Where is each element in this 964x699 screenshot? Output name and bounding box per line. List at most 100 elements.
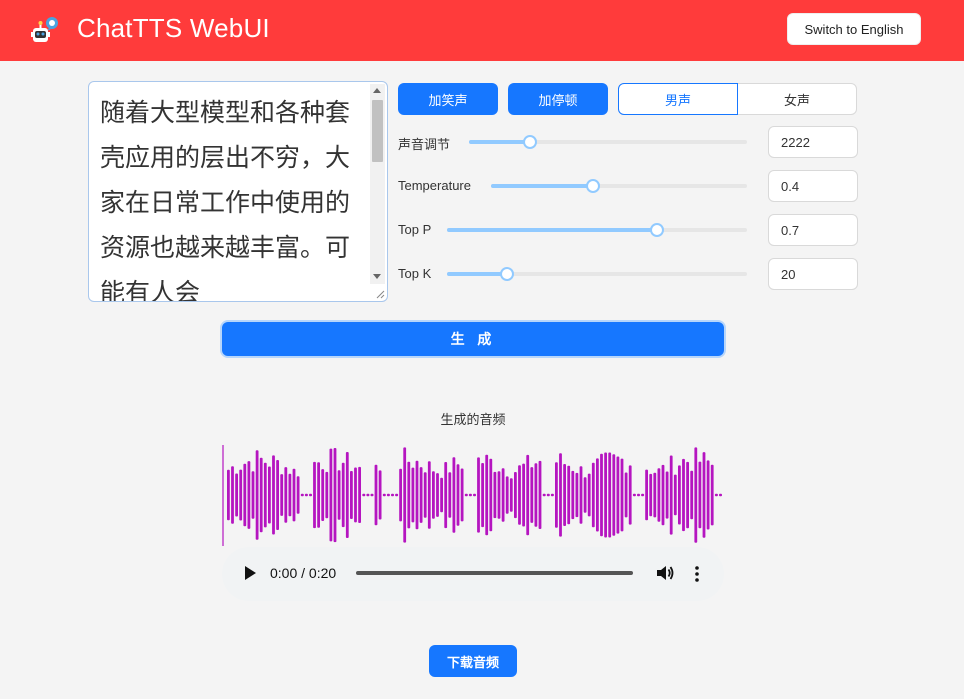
waveform-bar xyxy=(596,458,599,532)
waveform-bar xyxy=(505,476,509,514)
waveform-bar xyxy=(427,461,431,529)
voice-seed-slider-fill xyxy=(469,140,531,144)
waveform-bar xyxy=(231,466,234,524)
header-bar: ChatTTS WebUI Switch to English xyxy=(0,0,964,61)
waveform-bar xyxy=(415,460,419,530)
waveform-bar xyxy=(423,472,427,518)
waveform-bar xyxy=(341,462,345,528)
volume-icon[interactable] xyxy=(655,563,675,583)
waveform-bar xyxy=(403,447,407,543)
switch-language-button[interactable]: Switch to English xyxy=(787,13,921,45)
waveform-bar xyxy=(509,478,513,512)
text-input-scrollbar[interactable] xyxy=(370,84,385,284)
voice-seed-slider[interactable] xyxy=(469,135,747,149)
waveform-bar xyxy=(345,452,349,538)
temperature-input[interactable]: 0.4 xyxy=(768,170,858,202)
waveform-bar xyxy=(628,465,632,525)
waveform-bar xyxy=(460,468,464,522)
waveform-bar xyxy=(288,473,292,517)
waveform-bar xyxy=(370,493,374,497)
more-options-icon[interactable] xyxy=(692,564,702,584)
add-laugh-button[interactable]: 加笑声 xyxy=(398,83,498,115)
add-pause-button[interactable]: 加停顿 xyxy=(508,83,608,115)
generate-button[interactable]: 生 成 xyxy=(222,322,724,356)
waveform-bar xyxy=(337,470,341,520)
waveform-bar xyxy=(243,463,247,527)
waveform-bar xyxy=(399,468,402,522)
waveform-bar xyxy=(514,472,517,519)
waveform-bar xyxy=(235,473,238,517)
waveform-bar xyxy=(440,477,443,513)
scroll-down-arrow-icon[interactable] xyxy=(373,274,381,279)
waveform-bar xyxy=(444,462,448,529)
temperature-slider[interactable] xyxy=(491,179,747,193)
waveform-bar xyxy=(719,493,722,497)
waveform-bar xyxy=(600,453,603,537)
waveform-bar xyxy=(247,461,251,529)
waveform-bar xyxy=(456,464,460,526)
waveform-bar xyxy=(538,460,542,529)
top-p-slider[interactable] xyxy=(447,223,747,237)
waveform-bar xyxy=(304,493,308,497)
download-audio-button[interactable]: 下载音频 xyxy=(429,645,517,677)
waveform-bar xyxy=(276,460,279,530)
waveform-bar xyxy=(563,464,566,526)
text-input[interactable]: 随着大型模型和各种套壳应用的层出不穷，大家在日常工作中使用的资源也越来越丰富。可… xyxy=(88,81,388,302)
waveform-bar xyxy=(263,462,267,528)
waveform-bar xyxy=(251,471,255,519)
top-k-label: Top K xyxy=(398,266,432,281)
waveform-bar xyxy=(534,463,538,527)
audio-waveform[interactable] xyxy=(222,445,724,546)
voice-seed-input[interactable]: 2222 xyxy=(768,126,858,158)
waveform-bar xyxy=(702,452,706,538)
waveform-bar xyxy=(620,458,624,532)
waveform-bar xyxy=(579,466,583,524)
temperature-slider-fill xyxy=(491,184,594,188)
waveform-bar xyxy=(386,493,390,497)
top-p-slider-handle[interactable] xyxy=(650,223,664,237)
waveform-bar xyxy=(452,457,456,533)
waveform-bar xyxy=(477,457,480,533)
top-k-slider-handle[interactable] xyxy=(500,267,514,281)
waveform-bar xyxy=(358,466,361,523)
waveform-bar xyxy=(493,471,497,519)
waveform-bar xyxy=(608,452,612,538)
resize-handle-icon[interactable] xyxy=(375,289,385,299)
audio-progress-bar[interactable] xyxy=(356,571,633,575)
waveform-bar xyxy=(575,472,579,518)
waveform-bar xyxy=(645,469,648,521)
waveform-bar xyxy=(526,454,530,536)
play-icon[interactable] xyxy=(245,566,256,580)
waveform-bar xyxy=(407,461,411,529)
waveform-bar xyxy=(624,472,628,518)
waveform-bar xyxy=(411,467,415,523)
waveform-bar xyxy=(706,460,710,530)
voice-male-option[interactable]: 男声 xyxy=(618,83,738,115)
top-p-input[interactable]: 0.7 xyxy=(768,214,858,246)
voice-seed-slider-handle[interactable] xyxy=(523,135,538,149)
waveform-bar xyxy=(259,457,263,533)
voice-seed-label: 声音调节 xyxy=(398,137,451,152)
waveform-bar xyxy=(686,461,689,529)
app-title: ChatTTS WebUI xyxy=(77,13,270,43)
temperature-slider-handle[interactable] xyxy=(586,179,601,193)
waveform-bar xyxy=(550,493,554,497)
waveform-bar xyxy=(255,450,259,540)
waveform-bar xyxy=(678,465,681,525)
waveform-bar xyxy=(268,466,271,524)
scroll-up-arrow-icon[interactable] xyxy=(373,88,381,93)
waveform-bar xyxy=(522,463,525,527)
waveform-bar xyxy=(673,474,677,516)
waveform-bar xyxy=(485,454,489,536)
scroll-thumb[interactable] xyxy=(372,100,383,162)
waveform-bar xyxy=(321,469,325,521)
voice-female-option[interactable]: 女声 xyxy=(737,83,857,115)
waveform-bar xyxy=(546,493,550,497)
top-k-slider[interactable] xyxy=(447,267,747,281)
top-p-slider-fill xyxy=(447,228,657,232)
waveform-bar xyxy=(632,493,636,497)
waveform-bar xyxy=(300,493,304,497)
waveform-bar xyxy=(649,473,653,517)
top-k-input[interactable]: 20 xyxy=(768,258,858,290)
waveform-bar xyxy=(432,471,435,519)
